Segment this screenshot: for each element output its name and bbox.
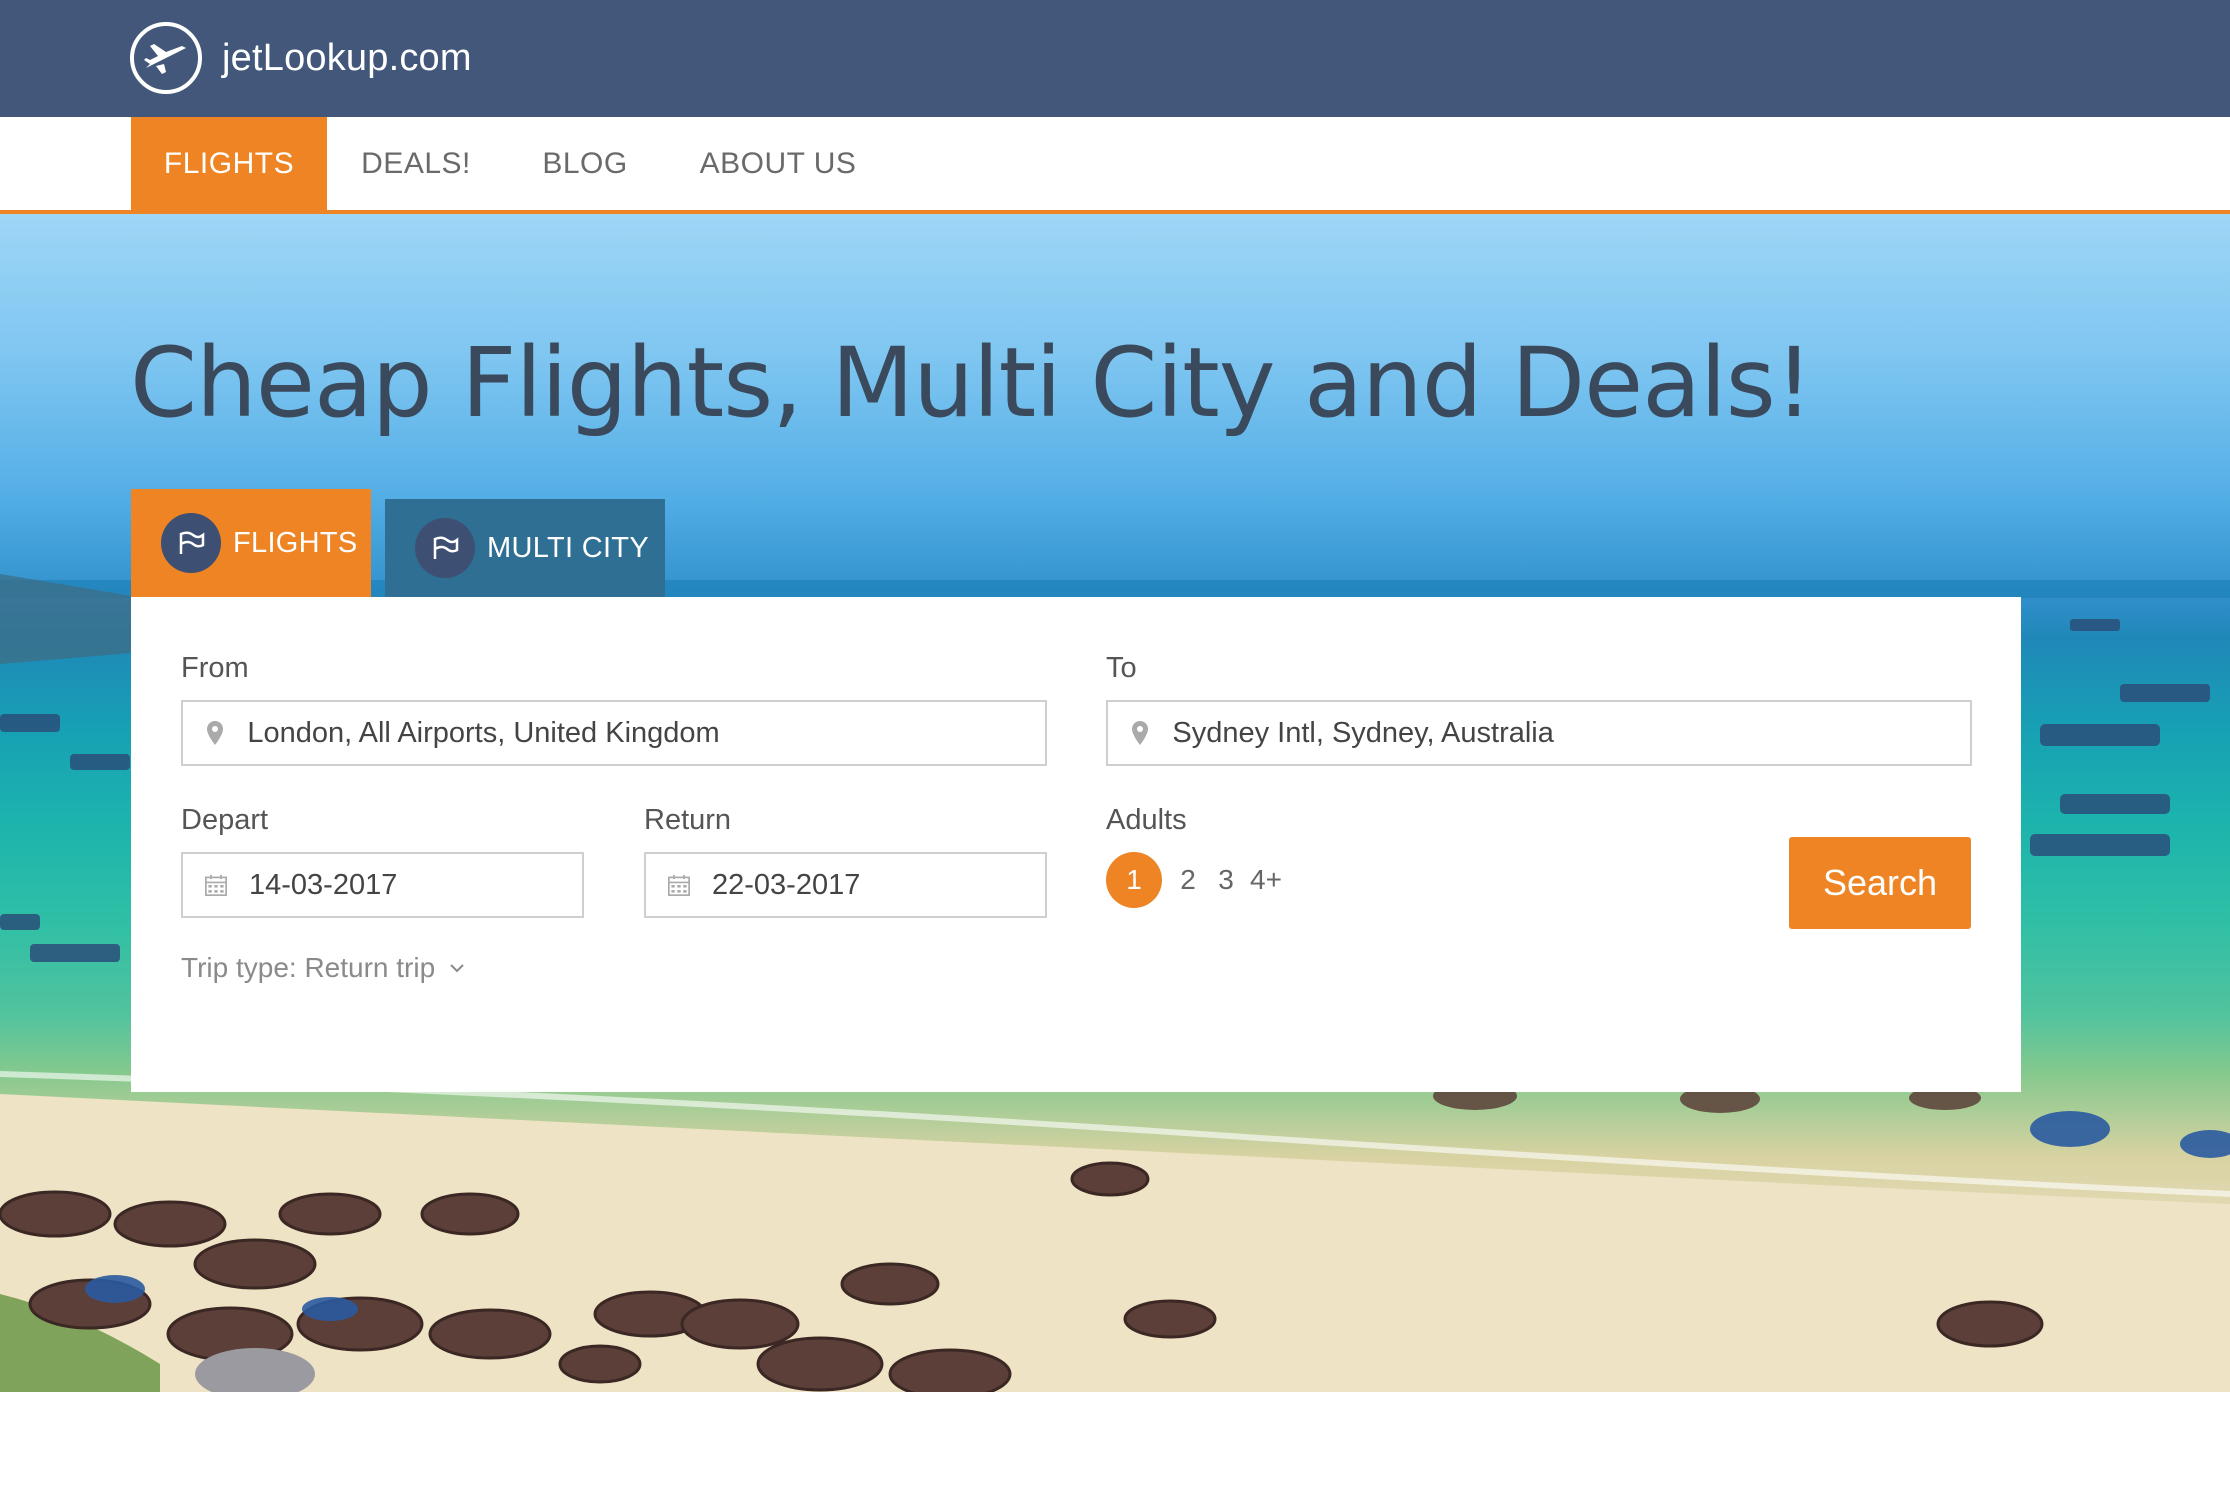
flight-search-panel: From To Depart [131,597,2021,1092]
tab-flights[interactable]: FLIGHTS [131,489,371,597]
trip-type-label: Trip type: Return trip [181,952,436,983]
return-date-input[interactable] [712,868,1045,902]
depart-field[interactable] [181,852,584,918]
map-pin-icon [205,719,225,747]
nav-about-us[interactable]: ABOUT US [688,117,868,210]
adults-option-4-plus[interactable]: 4+ [1238,852,1294,908]
calendar-icon [668,871,690,899]
nav-flights[interactable]: FLIGHTS [131,117,327,210]
main-nav: FLIGHTS DEALS! BLOG ABOUT US [0,117,2230,214]
adults-label: Adults [1106,804,1187,836]
chevron-down-icon [449,963,465,973]
return-label: Return [644,804,732,836]
tab-flights-label: FLIGHTS [233,526,358,559]
depart-date-input[interactable] [249,868,582,902]
flag-icon [415,518,475,578]
return-field[interactable] [644,852,1047,918]
adults-selector: 1 2 3 4+ [1106,852,1294,908]
depart-label: Depart [181,804,269,836]
to-label: To [1106,652,1137,684]
search-button[interactable]: Search [1789,837,1971,929]
nav-blog[interactable]: BLOG [520,117,650,210]
from-input[interactable] [247,716,1045,750]
map-pin-icon [1130,719,1150,747]
site-name: jetLookup.com [222,36,472,79]
nav-deals[interactable]: DEALS! [345,117,487,210]
plane-logo-icon [130,22,202,94]
to-field[interactable] [1106,700,1972,766]
top-bar: jetLookup.com [0,0,2230,117]
hero-banner: Cheap Flights, Multi City and Deals! FLI… [0,214,2230,1392]
page-title: Cheap Flights, Multi City and Deals! [130,327,1813,439]
from-label: From [181,652,249,684]
site-logo[interactable]: jetLookup.com [130,20,472,96]
adults-option-1[interactable]: 1 [1106,852,1162,908]
flag-icon [161,513,221,573]
trip-type-dropdown[interactable]: Trip type: Return trip [181,952,465,984]
tab-multi-city[interactable]: MULTI CITY [385,499,665,597]
tab-multi-city-label: MULTI CITY [487,531,649,564]
to-input[interactable] [1172,716,1970,750]
from-field[interactable] [181,700,1047,766]
calendar-icon [205,871,227,899]
